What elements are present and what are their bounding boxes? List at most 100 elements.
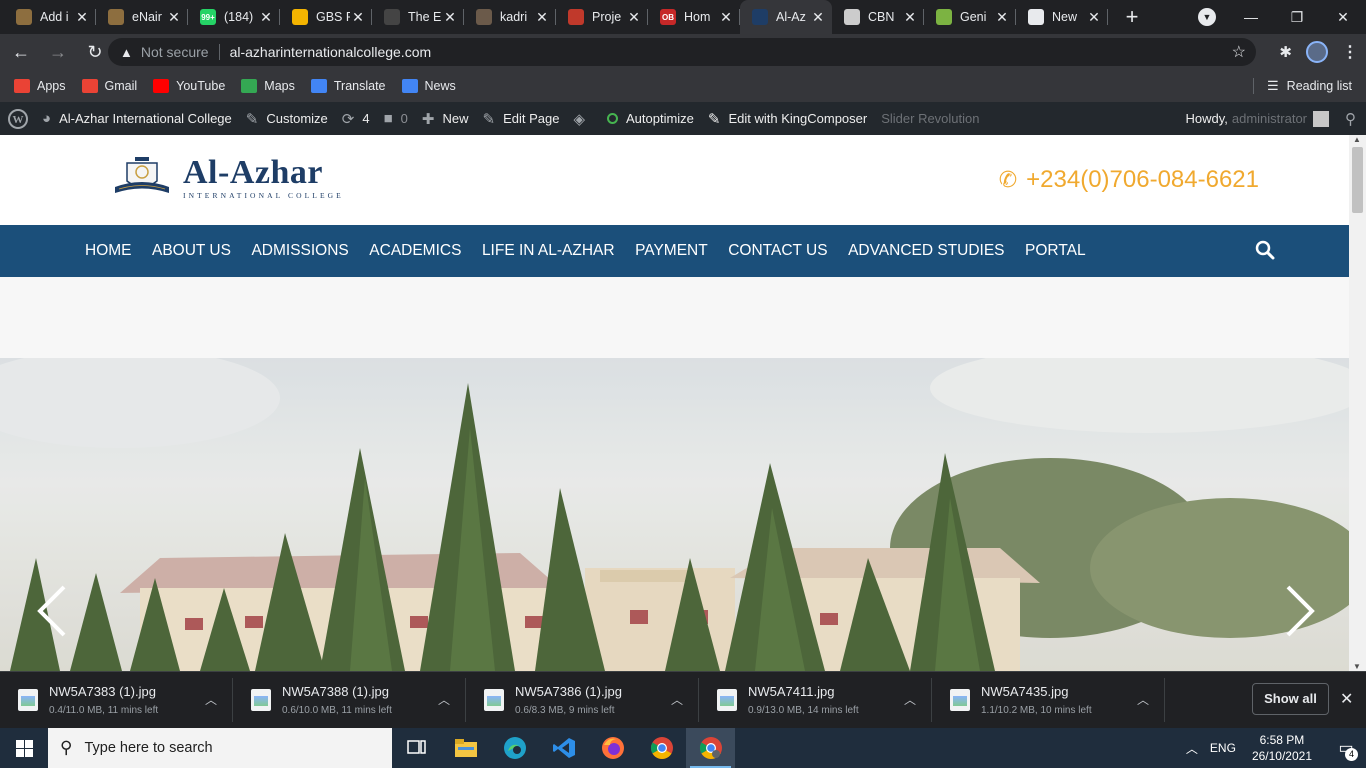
wp-plugin-diamond-icon[interactable]: ◈ <box>573 110 593 128</box>
browser-tab[interactable]: GBS F ✕ <box>280 0 372 34</box>
bookmark-apps[interactable]: Apps <box>14 79 66 93</box>
nav-item-portal[interactable]: PORTAL <box>1025 242 1086 260</box>
close-tab-icon[interactable]: ✕ <box>994 9 1010 26</box>
nav-item-admissions[interactable]: ADMISSIONS <box>251 242 348 260</box>
wp-customize[interactable]: ✎ Customize <box>246 110 328 128</box>
nav-item-contact-us[interactable]: CONTACT US <box>728 242 827 260</box>
download-options-icon[interactable]: ︿ <box>205 691 217 708</box>
new-tab-button[interactable]: + <box>1114 4 1150 30</box>
show-all-button[interactable]: Show all <box>1252 683 1329 715</box>
warning-icon[interactable]: ▲ <box>120 45 133 60</box>
start-button[interactable] <box>0 728 48 768</box>
chrome-icon[interactable] <box>637 728 686 768</box>
close-tab-icon[interactable]: ✕ <box>626 9 642 26</box>
nav-item-home[interactable]: HOME <box>85 242 132 260</box>
header-phone[interactable]: ✆ +234(0)706-084-6621 <box>999 166 1259 194</box>
close-downloads-icon[interactable]: ✕ <box>1340 689 1353 709</box>
nav-search-icon[interactable] <box>1255 240 1275 260</box>
firefox-icon[interactable] <box>588 728 637 768</box>
wp-slider-revolution[interactable]: Slider Revolution <box>881 111 979 126</box>
browser-tab[interactable]: kadri ✕ <box>464 0 556 34</box>
edge-icon[interactable] <box>490 728 539 768</box>
wp-new[interactable]: ✚ New <box>422 110 469 128</box>
wp-site-name[interactable]: ◕ Al-Azhar International College <box>42 110 232 127</box>
wp-kingcomposer[interactable]: ✎ Edit with KingComposer <box>708 110 867 128</box>
file-explorer-icon[interactable] <box>441 728 490 768</box>
profile-avatar[interactable] <box>1306 41 1328 63</box>
download-options-icon[interactable]: ︿ <box>1137 691 1149 708</box>
download-options-icon[interactable]: ︿ <box>904 691 916 708</box>
browser-tab[interactable]: Geni ✕ <box>924 0 1016 34</box>
download-item[interactable]: NW5A7411.jpg 0.9/13.0 MB, 14 mins left ︿ <box>699 672 932 729</box>
action-center-icon[interactable]: ▭ 4 <box>1326 728 1366 768</box>
howdy-label[interactable]: Howdy, <box>1185 111 1227 126</box>
wp-edit-page[interactable]: ✎ Edit Page <box>482 110 559 128</box>
admin-avatar[interactable] <box>1313 110 1329 127</box>
taskbar-search[interactable]: ⚲ Type here to search <box>48 728 392 768</box>
input-language[interactable]: ENG <box>1210 741 1236 755</box>
bookmark-star-icon[interactable]: ☆ <box>1232 42 1246 62</box>
browser-tab[interactable]: CBN ✕ <box>832 0 924 34</box>
browser-tab[interactable]: The E ✕ <box>372 0 464 34</box>
browser-tab[interactable]: Al-Az ✕ <box>740 0 832 34</box>
security-status[interactable]: Not secure <box>141 44 209 60</box>
close-tab-icon[interactable]: ✕ <box>902 9 918 26</box>
close-tab-icon[interactable]: ✕ <box>258 9 274 26</box>
nav-item-payment[interactable]: PAYMENT <box>635 242 708 260</box>
admin-username[interactable]: administrator <box>1232 111 1307 126</box>
chrome-active-icon[interactable] <box>686 728 735 768</box>
scroll-thumb[interactable] <box>1352 147 1363 213</box>
wp-comments[interactable]: ■ 0 <box>384 110 408 127</box>
bookmark-maps[interactable]: Maps <box>241 79 295 93</box>
browser-tab[interactable]: 99+ (184) ✕ <box>188 0 280 34</box>
minimize-icon[interactable]: — <box>1228 9 1274 25</box>
close-tab-icon[interactable]: ✕ <box>74 9 90 26</box>
wp-updates[interactable]: ⟳ 4 <box>342 110 370 128</box>
browser-tab[interactable]: Add i ✕ <box>4 0 96 34</box>
task-view-icon[interactable] <box>392 728 441 768</box>
bookmark-translate[interactable]: Translate <box>310 79 386 93</box>
url-text[interactable]: al-azharinternationalcollege.com <box>230 44 432 60</box>
nav-item-academics[interactable]: ACADEMICS <box>369 242 461 260</box>
browser-tab[interactable]: OB Hom ✕ <box>648 0 740 34</box>
restore-icon[interactable]: ❐ <box>1274 9 1320 26</box>
slider-prev-arrow-icon[interactable] <box>32 583 72 639</box>
close-window-icon[interactable]: ✕ <box>1320 9 1366 26</box>
browser-tab[interactable]: Proje ✕ <box>556 0 648 34</box>
close-tab-icon[interactable]: ✕ <box>350 9 366 26</box>
nav-item-about-us[interactable]: ABOUT US <box>152 242 231 260</box>
download-options-icon[interactable]: ︿ <box>438 691 450 708</box>
scroll-down-icon[interactable]: ▼ <box>1353 662 1361 671</box>
download-item[interactable]: NW5A7383 (1).jpg 0.4/11.0 MB, 11 mins lef… <box>0 672 233 729</box>
close-tab-icon[interactable]: ✕ <box>534 9 550 26</box>
menu-icon[interactable]: ⋮ <box>1342 42 1358 62</box>
forward-icon[interactable]: → <box>42 42 74 63</box>
close-tab-icon[interactable]: ✕ <box>166 9 182 26</box>
download-item[interactable]: NW5A7388 (1).jpg 0.6/10.0 MB, 11 mins lef… <box>233 672 466 729</box>
scroll-up-icon[interactable]: ▲ <box>1353 135 1361 144</box>
nav-item-advanced-studies[interactable]: ADVANCED STUDIES <box>848 242 1004 260</box>
close-tab-icon[interactable]: ✕ <box>442 9 458 26</box>
download-item[interactable]: NW5A7435.jpg 1.1/10.2 MB, 10 mins left ︿ <box>932 672 1165 729</box>
bookmark-news[interactable]: News <box>401 79 456 93</box>
back-icon[interactable]: ← <box>5 42 37 63</box>
extensions-icon[interactable]: ✱ <box>1279 43 1292 61</box>
download-item[interactable]: NW5A7386 (1).jpg 0.6/8.3 MB, 9 mins left ︿ <box>466 672 699 729</box>
tray-overflow-icon[interactable]: ︿ <box>1186 740 1198 757</box>
slider-next-arrow-icon[interactable] <box>1280 583 1320 639</box>
clock[interactable]: 6:58 PM 26/10/2021 <box>1252 732 1312 764</box>
nav-item-life-in-al-azhar[interactable]: LIFE IN AL-AZHAR <box>482 242 615 260</box>
bookmark-gmail[interactable]: Gmail <box>81 79 137 93</box>
address-bar[interactable]: ▲ Not secure al-azharinternationalcolleg… <box>108 38 1256 66</box>
vscode-icon[interactable] <box>539 728 588 768</box>
bookmark-youtube[interactable]: YouTube <box>153 79 225 93</box>
wp-autoptimize[interactable]: Autoptimize <box>606 111 694 126</box>
close-tab-icon[interactable]: ✕ <box>1086 9 1102 26</box>
close-tab-icon[interactable]: ✕ <box>718 9 734 26</box>
wordpress-logo-icon[interactable]: W <box>8 108 28 129</box>
site-logo[interactable]: Al-Azhar INTERNATIONAL COLLEGE <box>113 155 344 201</box>
page-scrollbar[interactable]: ▲ ▼ <box>1349 135 1366 671</box>
reload-icon[interactable]: ↻ <box>79 42 111 63</box>
reading-list-button[interactable]: ☰ Reading list <box>1267 70 1352 102</box>
browser-tab[interactable]: eNair ✕ <box>96 0 188 34</box>
